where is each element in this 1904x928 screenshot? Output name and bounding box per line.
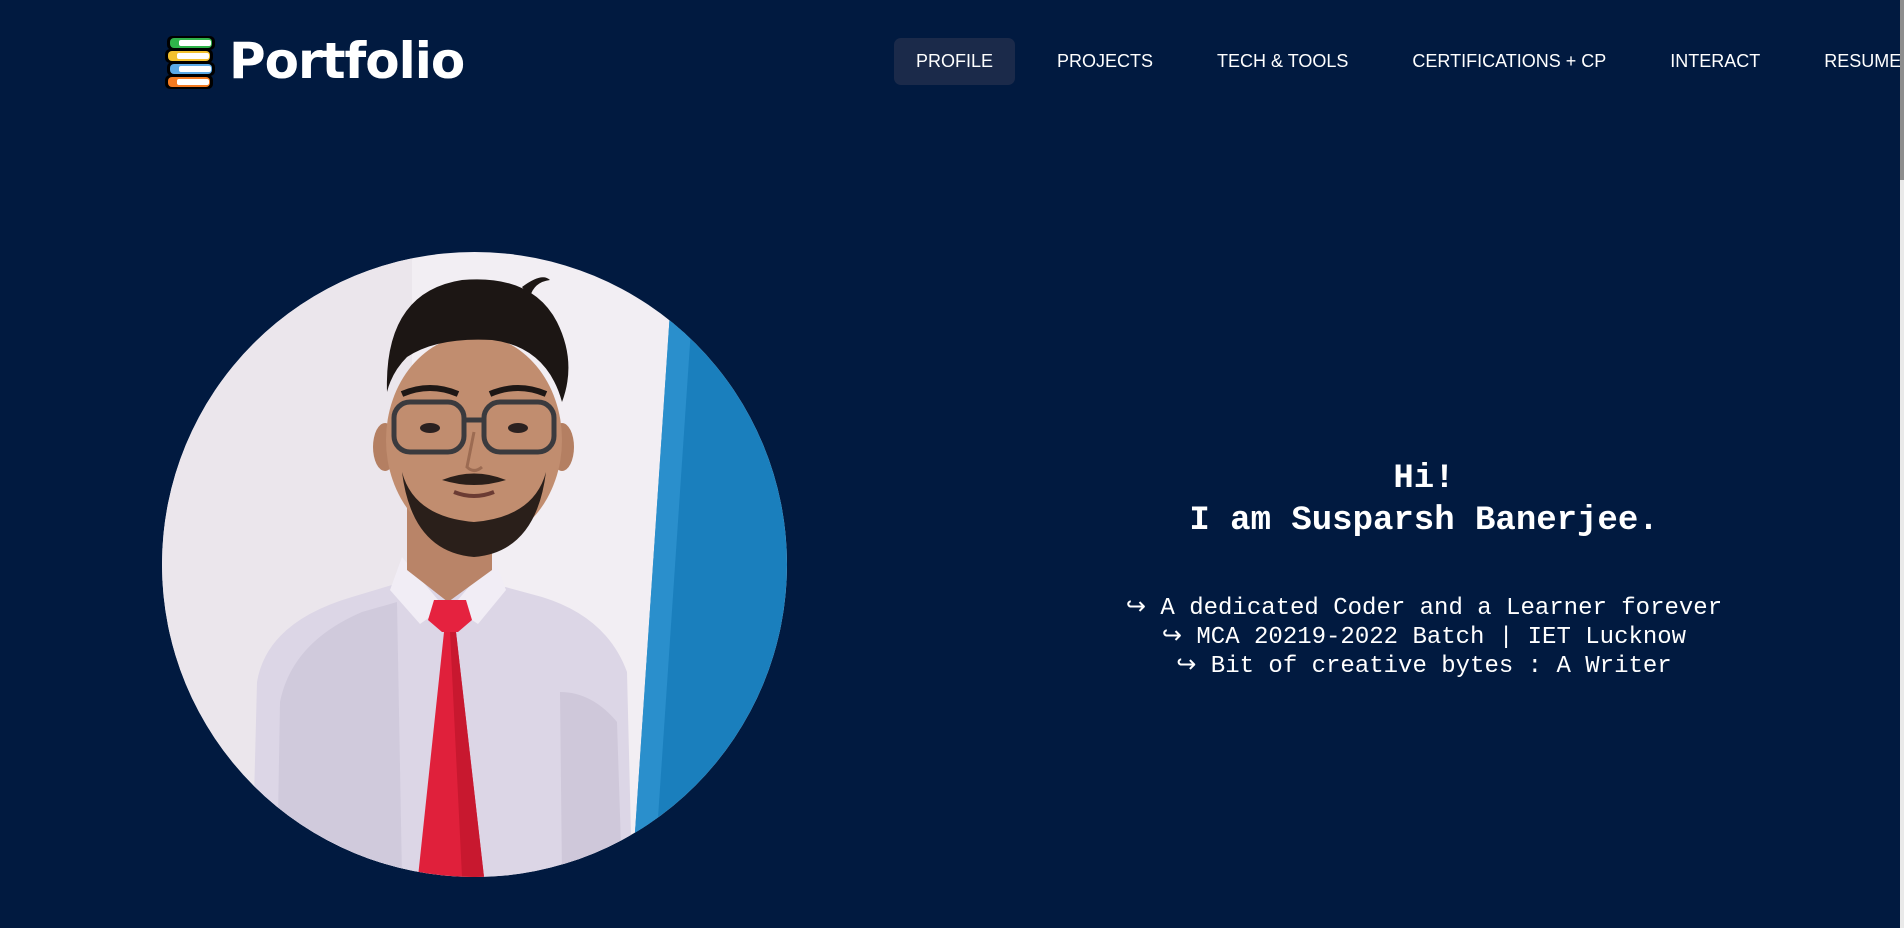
nav-tech-tools[interactable]: TECH & TOOLS — [1195, 38, 1370, 85]
nav-profile[interactable]: PROFILE — [894, 38, 1016, 85]
greeting-hi: Hi! — [1393, 460, 1455, 498]
nav-interact[interactable]: INTERACT — [1648, 38, 1782, 85]
greeting-name: I am Susparsh Banerjee. — [1189, 502, 1659, 540]
nav-certifications-cp[interactable]: CERTIFICATIONS + CP — [1390, 38, 1628, 85]
tagline-education: ↪ MCA 20219-2022 Batch | IET Lucknow — [1161, 624, 1687, 651]
main-nav: PROFILE PROJECTS TECH & TOOLS CERTIFICAT… — [894, 38, 1904, 85]
tagline-coder: ↪ A dedicated Coder and a Learner foreve… — [1125, 595, 1723, 622]
stacked-books-icon — [165, 36, 215, 89]
nav-resume[interactable]: RESUME — [1802, 38, 1904, 85]
tagline-list: ↪ A dedicated Coder and a Learner foreve… — [1000, 594, 1848, 681]
intro-section: Hi! I am Susparsh Banerjee. ↪ A dedicate… — [1000, 458, 1848, 681]
nav-projects[interactable]: PROJECTS — [1035, 38, 1175, 85]
page-scrollbar[interactable] — [1900, 0, 1904, 928]
scrollbar-thumb[interactable] — [1900, 0, 1904, 180]
brand-logo[interactable]: Portfolio — [163, 32, 465, 90]
brand-name: Portfolio — [229, 32, 465, 90]
profile-photo — [162, 252, 787, 877]
site-header: Portfolio PROFILE PROJECTS TECH & TOOLS … — [0, 0, 1904, 124]
greeting-heading: Hi! I am Susparsh Banerjee. — [1000, 458, 1848, 542]
tagline-writer: ↪ Bit of creative bytes : A Writer — [1176, 653, 1672, 680]
